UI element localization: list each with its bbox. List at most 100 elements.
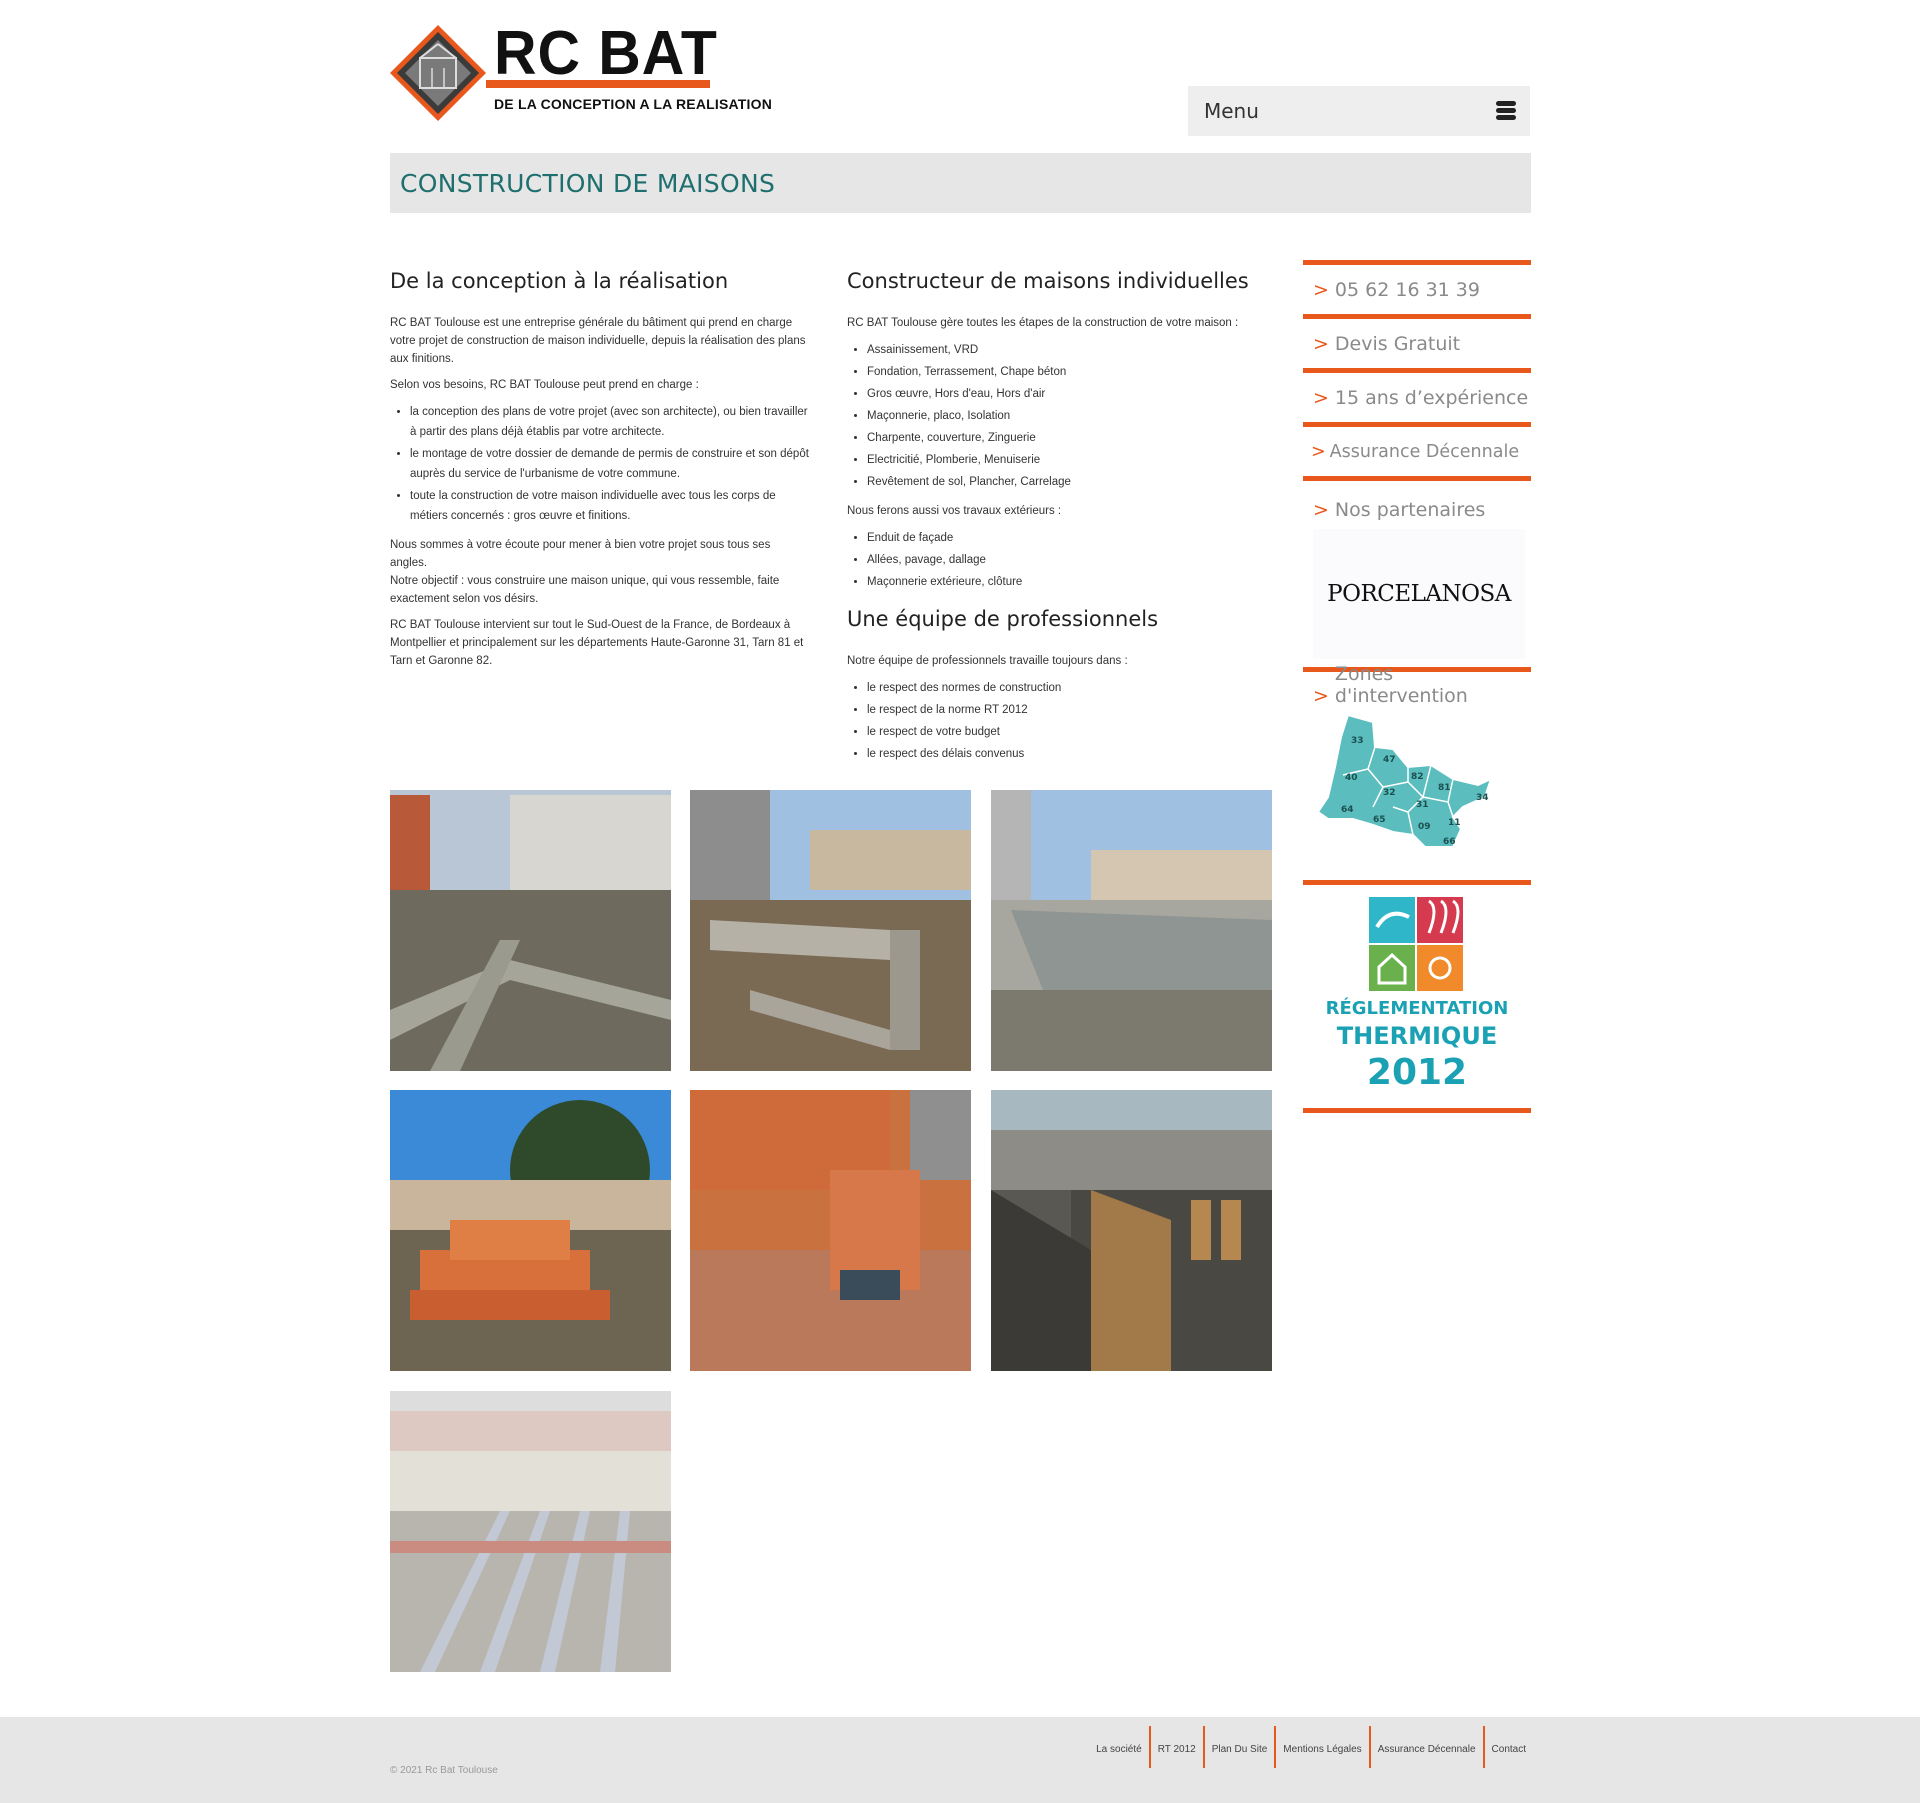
services-list: la conception des plans de votre projet … bbox=[390, 402, 810, 526]
experience-label: 15 ans d’expérience bbox=[1334, 386, 1529, 409]
team-list: le respect des normes de construction le… bbox=[847, 678, 1267, 764]
footer: © 2021 Rc Bat Toulouse bbox=[0, 1717, 1920, 1803]
list-item: le respect de votre budget bbox=[867, 722, 1267, 742]
assurance-label: Assurance Décennale bbox=[1329, 441, 1520, 462]
footer-link-mentions-legales[interactable]: Mentions Légales bbox=[1276, 1726, 1371, 1768]
list-item: la conception des plans de votre projet … bbox=[410, 402, 810, 442]
page-title-bar: CONSTRUCTION DE MAISONS bbox=[390, 153, 1531, 213]
steps-paragraph: RC BAT Toulouse gère toutes les étapes d… bbox=[847, 317, 1239, 329]
sidebar-experience-link[interactable]: > 15 ans d’expérience bbox=[1303, 368, 1531, 422]
gallery-photo-formwork[interactable] bbox=[991, 1090, 1272, 1371]
steps-list: Assainissement, VRD Fondation, Terrassem… bbox=[847, 340, 1267, 492]
list-item: le respect des délais convenus bbox=[867, 744, 1267, 764]
department-label: 09 bbox=[1418, 822, 1431, 832]
rt2012-block[interactable]: RÉGLEMENTATION THERMIQUE 2012 bbox=[1303, 880, 1531, 1113]
list-item: le montage de votre dossier de demande d… bbox=[410, 444, 810, 484]
team-heading: Une équipe de professionnels bbox=[847, 607, 1159, 631]
list-item: Enduit de façade bbox=[867, 528, 1267, 548]
constructeur-heading: Constructeur de maisons individuelles bbox=[847, 269, 1249, 293]
list-item: Charpente, couverture, Zinguerie bbox=[867, 428, 1267, 448]
chevron-right-icon: > bbox=[1313, 386, 1329, 409]
menu-label: Menu bbox=[1204, 99, 1259, 123]
chevron-right-icon: > bbox=[1311, 441, 1326, 462]
footer-link-contact[interactable]: Contact bbox=[1485, 1726, 1526, 1768]
footer-link-rt2012[interactable]: RT 2012 bbox=[1151, 1726, 1205, 1768]
conception-heading: De la conception à la réalisation bbox=[390, 269, 729, 293]
footer-link-plan-du-site[interactable]: Plan Du Site bbox=[1205, 1726, 1277, 1768]
partners-title: > Nos partenaires bbox=[1303, 481, 1531, 521]
list-item: Allées, pavage, dallage bbox=[867, 550, 1267, 570]
sidebar-assurance-link[interactable]: > Assurance Décennale bbox=[1303, 422, 1531, 476]
objective-paragraph: Notre objectif : vous construire une mai… bbox=[390, 575, 780, 605]
chevron-right-icon: > bbox=[1313, 278, 1329, 301]
list-item: Assainissement, VRD bbox=[867, 340, 1267, 360]
exterior-list: Enduit de façade Allées, pavage, dallage… bbox=[847, 528, 1267, 592]
zones-block: > Zones d'intervention 33 47 40 82 81 32… bbox=[1303, 663, 1531, 880]
rt2012-line1: RÉGLEMENTATION bbox=[1325, 998, 1509, 1019]
list-item: le respect de la norme RT 2012 bbox=[867, 700, 1267, 720]
sidebar-devis-link[interactable]: > Devis Gratuit bbox=[1303, 314, 1531, 368]
logo-title: RC BAT bbox=[494, 19, 718, 88]
intro-paragraph: RC BAT Toulouse est une entreprise génér… bbox=[390, 317, 806, 365]
porcelanosa-logo: PORCELANOSA bbox=[1327, 581, 1511, 607]
department-label: 65 bbox=[1373, 815, 1386, 825]
logo-subtitle: DE LA CONCEPTION A LA REALISATION bbox=[494, 96, 773, 112]
list-item: Fondation, Terrassement, Chape béton bbox=[867, 362, 1267, 382]
gallery-photo-brick-walls[interactable] bbox=[390, 1090, 671, 1371]
department-label: 81 bbox=[1438, 783, 1451, 793]
chevron-right-icon: > bbox=[1313, 332, 1329, 355]
rt2012-logo-icon bbox=[1369, 897, 1463, 991]
department-label: 11 bbox=[1448, 818, 1461, 828]
zones-label: Zones d'intervention bbox=[1334, 663, 1468, 707]
content-column-constructeur: Constructeur de maisons individuelles RC… bbox=[847, 268, 1267, 774]
department-label: 32 bbox=[1383, 788, 1396, 798]
intervention-map[interactable]: 33 47 40 82 81 32 31 34 64 65 09 11 66 bbox=[1313, 707, 1523, 867]
area-paragraph: RC BAT Toulouse intervient sur tout le S… bbox=[390, 619, 804, 667]
chevron-right-icon: > bbox=[1313, 685, 1329, 707]
logo-underline bbox=[486, 80, 710, 88]
team-paragraph: Notre équipe de professionnels travaille… bbox=[847, 655, 1128, 667]
footer-link-la-societe[interactable]: La société bbox=[1089, 1726, 1151, 1768]
listening-paragraph: Nous sommes à votre écoute pour mener à … bbox=[390, 539, 771, 569]
list-item: toute la construction de votre maison in… bbox=[410, 486, 810, 526]
list-item: Revêtement de sol, Plancher, Carrelage bbox=[867, 472, 1267, 492]
sidebar: > 05 62 16 31 39 > Devis Gratuit > 15 an… bbox=[1303, 260, 1531, 1113]
copyright: © 2021 Rc Bat Toulouse bbox=[390, 1765, 498, 1776]
hamburger-icon bbox=[1496, 101, 1516, 121]
partners-label: Nos partenaires bbox=[1334, 499, 1486, 521]
gallery-photo-concrete-slab[interactable] bbox=[991, 790, 1272, 1071]
porcelanosa-logo-link[interactable]: PORCELANOSA bbox=[1313, 529, 1525, 659]
department-label: 47 bbox=[1383, 755, 1396, 765]
page-title: CONSTRUCTION DE MAISONS bbox=[400, 168, 776, 198]
department-label: 64 bbox=[1341, 805, 1354, 815]
site-logo[interactable]: RC BAT DE LA CONCEPTION A LA REALISATION bbox=[390, 19, 772, 128]
gallery-photo-brick-interior[interactable] bbox=[690, 1090, 971, 1371]
list-item: le respect des normes de construction bbox=[867, 678, 1267, 698]
devis-label: Devis Gratuit bbox=[1334, 332, 1461, 355]
gallery-photo-foundation-trench[interactable] bbox=[390, 790, 671, 1071]
department-label: 34 bbox=[1476, 793, 1489, 803]
partners-block: > Nos partenaires PORCELANOSA bbox=[1303, 476, 1531, 667]
department-label: 33 bbox=[1351, 736, 1364, 746]
content-column-conception: De la conception à la réalisation RC BAT… bbox=[390, 268, 810, 678]
footer-link-assurance[interactable]: Assurance Décennale bbox=[1371, 1726, 1485, 1768]
sidebar-phone-link[interactable]: > 05 62 16 31 39 bbox=[1303, 260, 1531, 314]
department-label: 40 bbox=[1345, 773, 1358, 783]
list-item: Gros œuvre, Hors d'eau, Hors d'air bbox=[867, 384, 1267, 404]
gallery-photo-beams[interactable] bbox=[390, 1391, 671, 1672]
menu-toggle-button[interactable]: Menu bbox=[1188, 86, 1530, 136]
phone-number: 05 62 16 31 39 bbox=[1334, 278, 1480, 301]
chevron-right-icon: > bbox=[1313, 499, 1329, 521]
rt2012-line3: 2012 bbox=[1366, 1052, 1468, 1093]
needs-paragraph: Selon vos besoins, RC BAT Toulouse peut … bbox=[390, 379, 699, 391]
department-label: 66 bbox=[1443, 837, 1456, 847]
footer-links: La société RT 2012 Plan Du Site Mentions… bbox=[1089, 1726, 1526, 1768]
rt2012-line2: THERMIQUE bbox=[1336, 1022, 1498, 1050]
list-item: Maçonnerie, placo, Isolation bbox=[867, 406, 1267, 426]
department-label: 82 bbox=[1411, 772, 1424, 782]
list-item: Electricitié, Plomberie, Menuiserie bbox=[867, 450, 1267, 470]
logo-diamond-icon bbox=[390, 25, 486, 121]
zones-title: > Zones d'intervention bbox=[1303, 663, 1531, 707]
gallery-photo-block-foundation[interactable] bbox=[690, 790, 971, 1071]
department-label: 31 bbox=[1416, 800, 1429, 810]
